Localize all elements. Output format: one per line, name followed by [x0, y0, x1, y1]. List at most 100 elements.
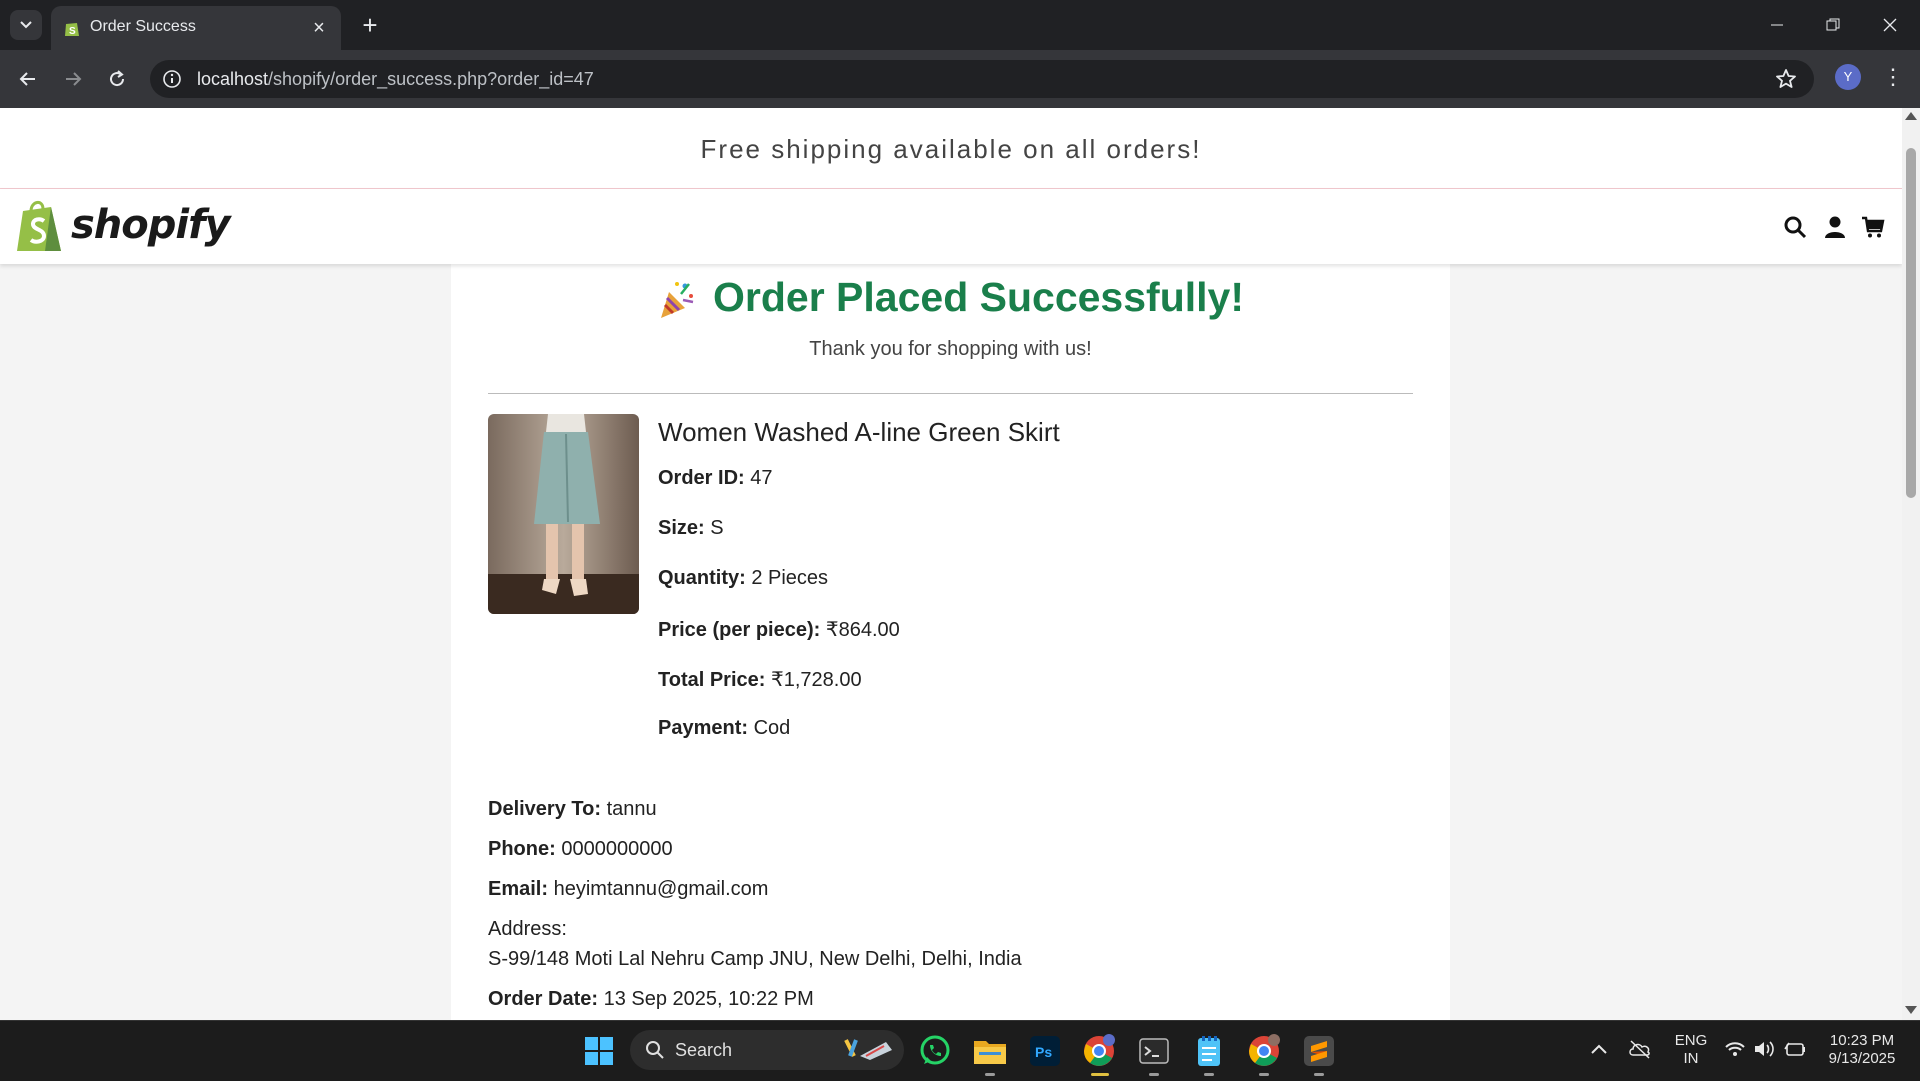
detail-total-price: Total Price: ₹1,728.00: [658, 667, 862, 692]
user-icon[interactable]: [1823, 215, 1847, 239]
taskbar-search-label: Search: [675, 1040, 733, 1060]
info-label: Phone:: [488, 838, 556, 860]
shopify-favicon-icon: S: [65, 23, 79, 37]
chrome-profile-app[interactable]: [1246, 1033, 1282, 1069]
sublime-text-app[interactable]: [1301, 1033, 1337, 1069]
profile-avatar[interactable]: Y: [1835, 64, 1861, 90]
notepad-app[interactable]: [1191, 1033, 1227, 1069]
order-date: Order Date: 13 Sep 2025, 10:22 PM: [488, 988, 814, 1011]
clock[interactable]: 10:23 PM 9/13/2025: [1812, 1032, 1912, 1068]
scroll-up-arrow-icon[interactable]: [1905, 112, 1917, 120]
minimize-button[interactable]: [1750, 0, 1804, 50]
page-scrollbar[interactable]: [1902, 108, 1920, 1020]
arrow-right-icon: [66, 72, 82, 86]
shopify-bag-icon: [17, 201, 61, 251]
delivery-address-value: S-99/148 Moti Lal Nehru Camp JNU, New De…: [488, 948, 1022, 970]
close-window-button[interactable]: [1863, 0, 1917, 50]
detail-label: Size:: [658, 517, 705, 539]
battery-charging-icon[interactable]: [1784, 1040, 1806, 1058]
taskbar-search[interactable]: Search: [630, 1030, 904, 1070]
announcement-bar: Free shipping available on all orders!: [0, 108, 1902, 189]
search-icon: [646, 1041, 664, 1059]
detail-size: Size: S: [658, 517, 724, 540]
detail-order-id: Order ID: 47: [658, 467, 773, 490]
arrow-left-icon: [19, 72, 35, 86]
svg-text:Ps: Ps: [1035, 1044, 1052, 1060]
running-indicator: [985, 1073, 995, 1076]
wifi-icon[interactable]: [1724, 1039, 1746, 1059]
detail-value: 47: [750, 467, 773, 489]
folder-icon: [974, 1041, 1006, 1064]
search-highlight-icon: [844, 1039, 892, 1060]
divider: [488, 393, 1413, 394]
browser-toolbar: localhost/shopify/order_success.php?orde…: [0, 50, 1920, 108]
delivery-phone: Phone: 0000000000: [488, 838, 673, 861]
cart-icon[interactable]: [1861, 215, 1885, 239]
thanks-text: Thank you for shopping with us!: [809, 338, 1092, 360]
url-text[interactable]: localhost/shopify/order_success.php?orde…: [197, 69, 594, 90]
address-bar[interactable]: localhost/shopify/order_success.php?orde…: [150, 60, 1814, 98]
chrome-icon: [1249, 1034, 1280, 1066]
terminal-app[interactable]: [1136, 1033, 1172, 1069]
detail-label: Payment:: [658, 717, 749, 739]
browser-tab-active[interactable]: S Order Success ×: [51, 6, 341, 50]
back-button[interactable]: [12, 63, 44, 95]
tab-search-button[interactable]: [10, 10, 42, 40]
detail-price-per-piece: Price (per piece): ₹864.00: [658, 617, 900, 642]
notepad-icon: [1198, 1036, 1220, 1066]
detail-label: Order ID:: [658, 467, 745, 489]
restore-icon: [1826, 18, 1840, 31]
skirt-product-photo: [488, 414, 639, 614]
clock-time: 10:23 PM: [1829, 1032, 1895, 1049]
detail-payment: Payment: Cod: [658, 717, 790, 740]
chrome-icon: [1084, 1034, 1115, 1066]
forward-button[interactable]: [57, 63, 89, 95]
whatsapp-app[interactable]: [917, 1033, 953, 1069]
info-icon[interactable]: [162, 69, 182, 89]
order-success-card: Order Placed Successfully! Thank you for…: [451, 264, 1450, 1020]
site-logo[interactable]: shopify: [15, 197, 231, 253]
info-value: heyimtannu@gmail.com: [553, 878, 769, 900]
browser-tab-strip: S Order Success × +: [0, 0, 1920, 50]
info-value: 0000000000: [561, 838, 673, 860]
start-button[interactable]: [581, 1033, 617, 1069]
chrome-app-active[interactable]: [1081, 1033, 1117, 1069]
running-indicator: [1204, 1073, 1214, 1076]
onedrive-offline-icon[interactable]: [1628, 1039, 1652, 1059]
photoshop-app[interactable]: Ps: [1027, 1033, 1063, 1069]
detail-quantity: Quantity: 2 Pieces: [658, 567, 828, 590]
search-icon[interactable]: [1783, 215, 1807, 239]
success-heading: Order Placed Successfully!: [451, 274, 1450, 321]
reload-button[interactable]: [101, 63, 133, 95]
photoshop-icon: Ps: [1030, 1036, 1060, 1066]
detail-value: ₹1,728.00: [771, 669, 862, 691]
tab-close-icon[interactable]: ×: [307, 16, 331, 40]
running-indicator: [1259, 1073, 1269, 1076]
more-options-icon[interactable]: ⋮: [1880, 64, 1906, 90]
detail-value: ₹864.00: [825, 619, 900, 641]
windows-taskbar: Search Ps ENG IN 10:23 PM 9/13/2025: [0, 1020, 1920, 1081]
announcement-text: Free shipping available on all orders!: [700, 134, 1202, 164]
language-indicator[interactable]: ENG IN: [1670, 1032, 1712, 1068]
chevron-down-icon: [20, 21, 32, 29]
scrollbar-thumb[interactable]: [1906, 148, 1916, 498]
restore-button[interactable]: [1806, 0, 1860, 50]
page-viewport: Free shipping available on all orders! s…: [0, 108, 1902, 1020]
windows-logo-icon: [585, 1037, 613, 1065]
bookmark-star-icon[interactable]: [1774, 67, 1798, 91]
tab-title: Order Success: [90, 18, 196, 35]
delivery-address-label: Address:: [488, 918, 567, 940]
language-code: ENG: [1674, 1032, 1708, 1049]
file-explorer-app[interactable]: [972, 1033, 1008, 1069]
info-label: Delivery To:: [488, 798, 601, 820]
close-icon: [1883, 18, 1897, 32]
scroll-down-arrow-icon[interactable]: [1905, 1006, 1917, 1014]
new-tab-button[interactable]: +: [355, 10, 385, 40]
volume-icon[interactable]: [1753, 1039, 1775, 1059]
chevron-up-icon[interactable]: [1590, 1043, 1608, 1055]
party-popper-icon: [661, 282, 694, 319]
site-header: shopify: [0, 189, 1902, 264]
detail-label: Price (per piece):: [658, 619, 821, 641]
logo-text: shopify: [71, 202, 231, 248]
sublime-text-icon: [1304, 1036, 1334, 1066]
